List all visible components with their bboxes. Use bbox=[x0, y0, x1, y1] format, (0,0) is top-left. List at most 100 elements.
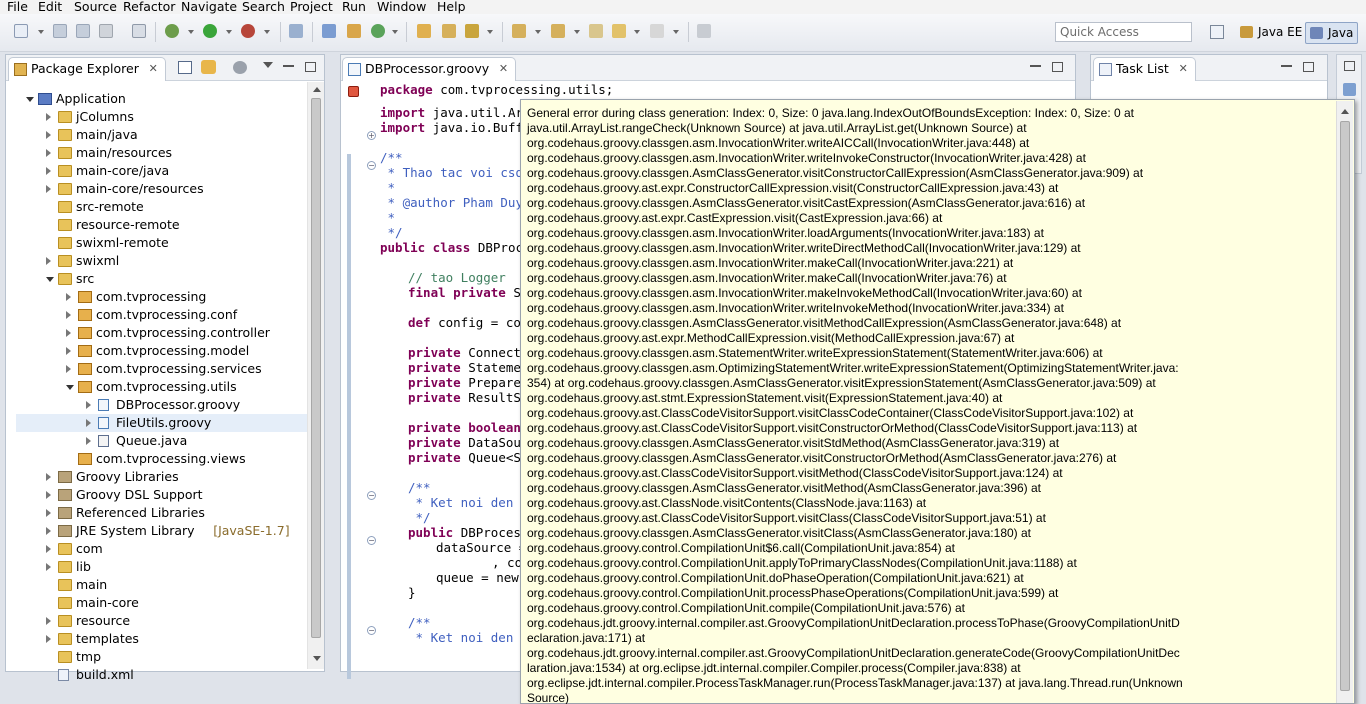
tree-item[interactable]: src bbox=[16, 270, 312, 288]
open-type-icon[interactable] bbox=[417, 24, 431, 38]
scroll-up-icon[interactable] bbox=[313, 87, 321, 92]
forward-dropdown-icon[interactable] bbox=[673, 30, 679, 34]
tree-item[interactable]: DBProcessor.groovy bbox=[16, 396, 312, 414]
minimize-icon[interactable] bbox=[1281, 65, 1292, 67]
previous-annotation-icon[interactable] bbox=[551, 24, 565, 38]
new-java-project-icon[interactable] bbox=[322, 24, 336, 38]
tree-item[interactable]: FileUtils.groovy bbox=[16, 414, 312, 432]
tree-item[interactable]: main-core/resources bbox=[16, 180, 312, 198]
tree-item[interactable]: main-core bbox=[16, 594, 312, 612]
tree-item[interactable]: Groovy DSL Support bbox=[16, 486, 312, 504]
tree-item[interactable]: swixml bbox=[16, 252, 312, 270]
run-icon[interactable] bbox=[203, 24, 217, 38]
last-edit-location-icon[interactable] bbox=[589, 24, 603, 38]
quick-access-input[interactable]: Quick Access bbox=[1055, 22, 1192, 42]
tree-item[interactable]: JRE System Library [JavaSE-1.7] bbox=[16, 522, 312, 540]
tab-package-explorer[interactable]: Package Explorer ✕ bbox=[8, 57, 166, 81]
fold-collapse-icon[interactable]: − bbox=[367, 161, 376, 170]
menu-project[interactable]: Project bbox=[290, 0, 333, 13]
debug-icon[interactable] bbox=[165, 24, 179, 38]
collapsed-arrow-icon[interactable] bbox=[46, 185, 51, 193]
tree-item[interactable]: main-core/java bbox=[16, 162, 312, 180]
fold-collapse-icon[interactable]: − bbox=[367, 536, 376, 545]
new-java-package-icon[interactable] bbox=[347, 24, 361, 38]
print-icon[interactable] bbox=[99, 24, 113, 38]
tab-task-list[interactable]: Task List ✕ bbox=[1093, 57, 1196, 81]
open-task-icon[interactable] bbox=[442, 24, 456, 38]
tree-item[interactable]: com.tvprocessing.views bbox=[16, 450, 312, 468]
collapsed-arrow-icon[interactable] bbox=[46, 113, 51, 121]
restore-icon[interactable] bbox=[1344, 61, 1355, 71]
fold-expand-icon[interactable]: + bbox=[367, 131, 376, 140]
forward-icon[interactable] bbox=[650, 24, 664, 38]
tree-item[interactable]: com.tvprocessing.conf bbox=[16, 306, 312, 324]
close-icon[interactable]: ✕ bbox=[1179, 58, 1188, 80]
next-annotation-icon[interactable] bbox=[512, 24, 526, 38]
tree-item[interactable]: resource bbox=[16, 612, 312, 630]
tree-item[interactable]: main/java bbox=[16, 126, 312, 144]
collapsed-arrow-icon[interactable] bbox=[86, 401, 91, 409]
menu-run[interactable]: Run bbox=[342, 0, 366, 13]
open-console-icon[interactable] bbox=[132, 24, 146, 38]
tree-item[interactable]: com.tvprocessing.controller bbox=[16, 324, 312, 342]
expanded-arrow-icon[interactable] bbox=[26, 97, 34, 102]
tree-item[interactable]: com bbox=[16, 540, 312, 558]
open-perspective-icon[interactable] bbox=[1210, 25, 1224, 39]
maximize-icon[interactable] bbox=[305, 62, 316, 72]
fold-collapse-icon[interactable]: − bbox=[367, 626, 376, 635]
collapsed-arrow-icon[interactable] bbox=[46, 257, 51, 265]
save-all-icon[interactable] bbox=[76, 24, 90, 38]
tree-item[interactable]: com.tvprocessing bbox=[16, 288, 312, 306]
menu-window[interactable]: Window bbox=[377, 0, 426, 13]
tree-item[interactable]: Groovy Libraries bbox=[16, 468, 312, 486]
maximize-icon[interactable] bbox=[1052, 62, 1063, 72]
minimize-icon[interactable] bbox=[1030, 65, 1041, 67]
collapsed-arrow-icon[interactable] bbox=[66, 365, 71, 373]
tree-item[interactable]: com.tvprocessing.model bbox=[16, 342, 312, 360]
previous-annotation-dropdown-icon[interactable] bbox=[574, 30, 580, 34]
tree-item[interactable]: main/resources bbox=[16, 144, 312, 162]
tree-item[interactable]: build.xml bbox=[16, 666, 312, 684]
back-icon[interactable] bbox=[612, 24, 626, 38]
scroll-down-icon[interactable] bbox=[313, 656, 321, 661]
menu-file[interactable]: File bbox=[7, 0, 28, 13]
package-explorer-scrollbar[interactable] bbox=[307, 82, 324, 669]
tree-item[interactable]: src-remote bbox=[16, 198, 312, 216]
collapsed-arrow-icon[interactable] bbox=[46, 509, 51, 517]
tree-item[interactable]: Application bbox=[16, 90, 312, 108]
collapsed-arrow-icon[interactable] bbox=[66, 293, 71, 301]
menu-source[interactable]: Source bbox=[74, 0, 117, 13]
save-icon[interactable] bbox=[53, 24, 67, 38]
maximize-icon[interactable] bbox=[1303, 62, 1314, 72]
collapsed-arrow-icon[interactable] bbox=[46, 617, 51, 625]
new-class-icon[interactable] bbox=[371, 24, 385, 38]
tree-item[interactable]: com.tvprocessing.services bbox=[16, 360, 312, 378]
view-menu-icon[interactable] bbox=[263, 62, 273, 68]
new-dropdown-icon[interactable] bbox=[38, 30, 44, 34]
tab-dbprocessor-groovy[interactable]: DBProcessor.groovy ✕ bbox=[342, 57, 517, 81]
debug-dropdown-icon[interactable] bbox=[188, 30, 194, 34]
collapsed-arrow-icon[interactable] bbox=[46, 167, 51, 175]
link-with-editor-icon[interactable] bbox=[201, 60, 216, 74]
tree-item[interactable]: resource-remote bbox=[16, 216, 312, 234]
menu-search[interactable]: Search bbox=[242, 0, 285, 13]
scrollbar-thumb[interactable] bbox=[311, 98, 321, 638]
tree-item[interactable]: main bbox=[16, 576, 312, 594]
scroll-up-icon[interactable] bbox=[1341, 109, 1349, 114]
tree-item[interactable]: Queue.java bbox=[16, 432, 312, 450]
tree-item[interactable]: Referenced Libraries bbox=[16, 504, 312, 522]
menu-help[interactable]: Help bbox=[437, 0, 466, 13]
new-class-dropdown-icon[interactable] bbox=[392, 30, 398, 34]
collapsed-arrow-icon[interactable] bbox=[86, 419, 91, 427]
collapse-all-icon[interactable] bbox=[178, 61, 192, 74]
tree-item[interactable]: lib bbox=[16, 558, 312, 576]
collapsed-arrow-icon[interactable] bbox=[46, 563, 51, 571]
collapsed-arrow-icon[interactable] bbox=[46, 149, 51, 157]
tree-item[interactable]: templates bbox=[16, 630, 312, 648]
collapsed-arrow-icon[interactable] bbox=[46, 635, 51, 643]
external-tools-dropdown-icon[interactable] bbox=[264, 30, 270, 34]
run-dropdown-icon[interactable] bbox=[226, 30, 232, 34]
collapsed-arrow-icon[interactable] bbox=[46, 473, 51, 481]
menu-edit[interactable]: Edit bbox=[38, 0, 62, 13]
collapsed-arrow-icon[interactable] bbox=[86, 437, 91, 445]
